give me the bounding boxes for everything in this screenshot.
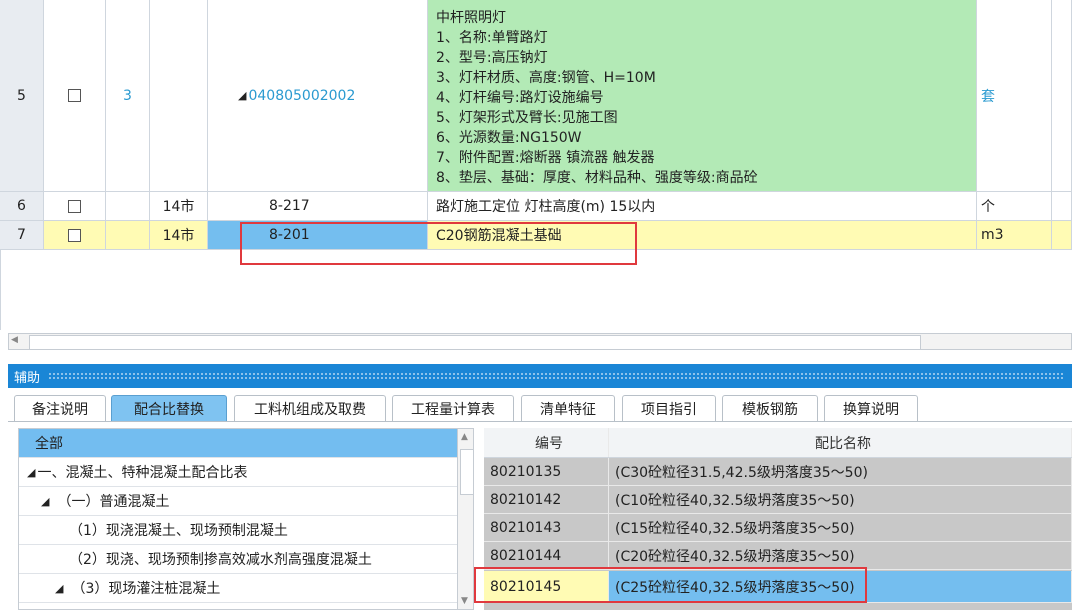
description-line: 1、名称:单臂路灯 (436, 30, 548, 46)
tab-underline (8, 421, 1072, 422)
row-checkbox[interactable] (68, 228, 81, 242)
expand-triangle-icon[interactable]: ◢ (41, 495, 49, 508)
description-line: 4、灯杆编号:路灯设施编号 (436, 90, 604, 106)
bill-grid: 5 3 ◢ 040805002002 中杆照明灯 1、名称:单臂路灯 2、型号:… (0, 0, 1072, 352)
tab-labor-material[interactable]: 工料机组成及取费 (234, 395, 386, 422)
description-line: 5、灯架形式及臂长:见施工图 (436, 110, 618, 126)
table-row[interactable]: 80210135 (C30砼粒径31.5,42.5级坍落度35～50) (484, 458, 1072, 486)
scrollbar-thumb[interactable] (29, 335, 921, 350)
tree-item[interactable]: （1）现浇混凝土、现场预制混凝土 (19, 516, 457, 545)
scrollbar-thumb[interactable] (460, 449, 473, 495)
description-line: 2、型号:高压钠灯 (436, 50, 548, 66)
tab-quantity-calc[interactable]: 工程量计算表 (392, 395, 514, 422)
tree-item-label: （3）现场灌注桩混凝土 (71, 581, 221, 597)
table-row[interactable]: 80210142 (C10砼粒径40,32.5级坍落度35～50) (484, 486, 1072, 514)
row-number: 7 (0, 221, 44, 250)
tab-bill-features[interactable]: 清单特征 (521, 395, 615, 422)
description-line: 6、光源数量:NG150W (436, 130, 582, 146)
row-unit: m3 (977, 221, 1052, 250)
panel-title: 辅助 (14, 370, 41, 386)
row-extra-cell (1052, 0, 1072, 192)
mix-code: 80210135 (484, 458, 609, 485)
description-line: 7、附件配置:熔断器 镇流器 触发器 (436, 150, 655, 166)
mix-code: 80210142 (484, 486, 609, 513)
mix-ratio-table: 编号 配比名称 80210135 (C30砼粒径31.5,42.5级坍落度35～… (484, 428, 1072, 610)
column-header-code[interactable]: 编号 (484, 428, 609, 457)
mix-name: (C25砼粒径40,32.5级坍落度35～50) (609, 571, 1072, 602)
tree-item-label: （1）现浇混凝土、现场预制混凝土 (69, 523, 288, 539)
row-number: 6 (0, 192, 44, 221)
tab-remarks[interactable]: 备注说明 (14, 395, 106, 422)
row-sequence: 3 (106, 0, 150, 192)
mix-name: (C20砼粒径40,32.5级坍落度35～50) (609, 542, 1072, 569)
tree-item[interactable]: ◢ （3）现场灌注桩混凝土 (19, 574, 457, 603)
description-line: 8、垫层、基础：厚度、材料品种、强度等级:商品砼 (436, 170, 758, 186)
tab-formwork-rebar[interactable]: 模板钢筋 (722, 395, 818, 422)
row-type: 14市 (150, 221, 208, 250)
horizontal-scrollbar[interactable]: ◀ (8, 333, 1072, 350)
description-line: 3、灯杆材质、高度:钢管、H=10M (436, 70, 656, 86)
scroll-left-icon[interactable]: ◀ (11, 335, 18, 345)
row-code: 040805002002 (248, 87, 356, 104)
mix-code: 80210145 (484, 571, 609, 602)
scroll-down-icon[interactable]: ▼ (461, 596, 468, 606)
mix-name: (C30砼粒径31.5,42.5级坍落度35～50) (609, 458, 1072, 485)
tab-mix-replace[interactable]: 配合比替换 (111, 395, 227, 422)
row-checkbox[interactable] (68, 199, 81, 213)
table-row-selected[interactable]: 80210145 (C25砼粒径40,32.5级坍落度35～50) (484, 571, 1072, 603)
tab-conversion-notes[interactable]: 换算说明 (824, 395, 918, 422)
row-number: 5 (0, 0, 44, 192)
row-name[interactable]: C20钢筋混凝土基础 (428, 221, 977, 250)
assist-panel-titlebar: 辅助 (8, 364, 1072, 388)
table-row[interactable]: 5 3 ◢ 040805002002 中杆照明灯 1、名称:单臂路灯 2、型号:… (0, 0, 1072, 192)
row-checkbox-cell (44, 221, 106, 250)
tree-item[interactable]: ◢ （一）普通混凝土 (19, 487, 457, 516)
column-header-name[interactable]: 配比名称 (609, 428, 1072, 457)
table-row[interactable]: 80210144 (C20砼粒径40,32.5级坍落度35～50) (484, 542, 1072, 570)
tab-item-guide[interactable]: 项目指引 (622, 395, 716, 422)
titlebar-grip (48, 372, 1064, 380)
table-row-selected[interactable]: 7 14市 8-201 C20钢筋混凝土基础 m3 (0, 221, 1072, 250)
row-extra-cell (1052, 192, 1072, 221)
mix-code: 80210144 (484, 542, 609, 569)
mix-code: 80210143 (484, 514, 609, 541)
expand-triangle-icon[interactable]: ◢ (27, 466, 35, 479)
tree-item-all[interactable]: 全部 (19, 429, 457, 458)
row-unit: 个 (977, 192, 1052, 221)
row-checkbox-cell (44, 192, 106, 221)
scroll-up-icon[interactable]: ▲ (461, 432, 468, 442)
row-type: 14市 (150, 192, 208, 221)
row-sequence (106, 192, 150, 221)
row-name[interactable]: 路灯施工定位 灯柱高度(m) 15以内 (428, 192, 977, 221)
assist-tabs: 备注说明 配合比替换 工料机组成及取费 工程量计算表 清单特征 项目指引 模板钢… (8, 392, 1072, 422)
tree-item[interactable]: （2）现浇、现场预制掺高效减水剂高强度混凝土 (19, 545, 457, 574)
tree-item-label: （2）现浇、现场预制掺高效减水剂高强度混凝土 (69, 552, 372, 568)
collapse-triangle-icon[interactable]: ◢ (238, 89, 246, 102)
row-checkbox-cell (44, 0, 106, 192)
row-code-cell[interactable]: ◢ 040805002002 (208, 0, 428, 192)
grid-empty-area (0, 250, 1072, 330)
mix-category-tree: 全部 ◢ 一、混凝土、特种混凝土配合比表 ◢ （一）普通混凝土 （1）现浇混凝土… (18, 428, 474, 610)
expand-triangle-icon[interactable]: ◢ (55, 582, 63, 595)
row-extra-cell (1052, 221, 1072, 250)
row-code[interactable]: 8-201 (208, 221, 428, 250)
table-header: 编号 配比名称 (484, 428, 1072, 458)
mix-name: (C10砼粒径40,32.5级坍落度35～50) (609, 486, 1072, 513)
description-lines: 中杆照明灯 1、名称:单臂路灯 2、型号:高压钠灯 3、灯杆材质、高度:钢管、H… (436, 8, 758, 188)
row-unit: 套 (977, 0, 1052, 192)
row-code[interactable]: 8-217 (208, 192, 428, 221)
row-description[interactable]: 中杆照明灯 1、名称:单臂路灯 2、型号:高压钠灯 3、灯杆材质、高度:钢管、H… (428, 0, 977, 192)
tree-item-label: （一）普通混凝土 (57, 494, 170, 510)
tree-item[interactable]: ◢ 一、混凝土、特种混凝土配合比表 (19, 458, 457, 487)
row-sequence (106, 221, 150, 250)
row-checkbox[interactable] (68, 89, 81, 102)
tree-vertical-scrollbar[interactable]: ▲ ▼ (457, 429, 473, 609)
row-type (150, 0, 208, 192)
mix-name: (C15砼粒径40,32.5级坍落度35～50) (609, 514, 1072, 541)
table-row[interactable]: 6 14市 8-217 路灯施工定位 灯柱高度(m) 15以内 个 (0, 192, 1072, 221)
tree-item-label: 一、混凝土、特种混凝土配合比表 (37, 465, 248, 481)
description-line: 中杆照明灯 (436, 10, 506, 26)
table-row[interactable]: 80210143 (C15砼粒径40,32.5级坍落度35～50) (484, 514, 1072, 542)
